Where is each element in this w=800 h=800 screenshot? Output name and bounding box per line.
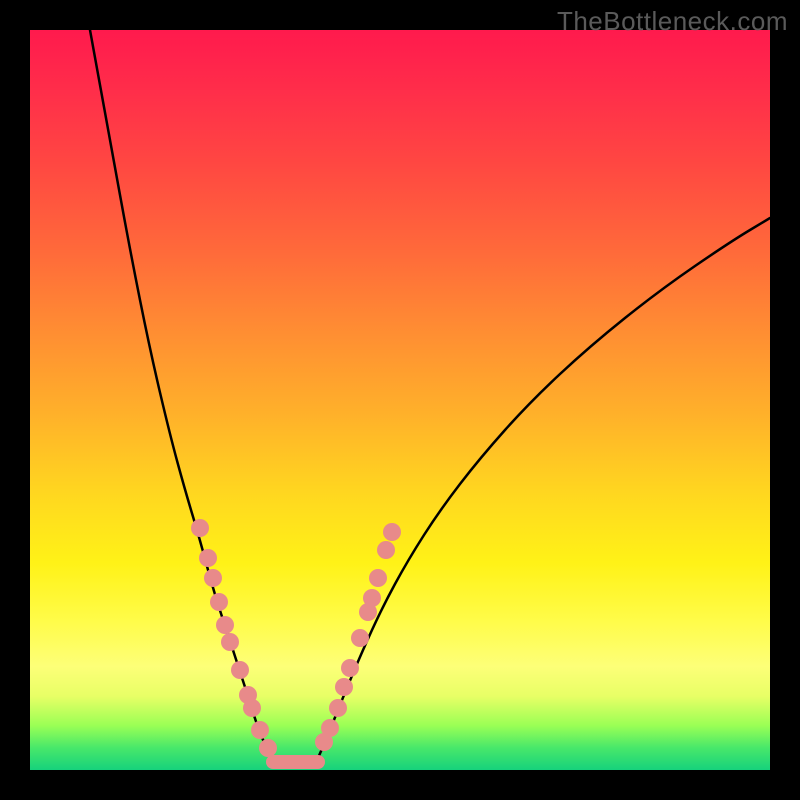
marker-dot (329, 699, 347, 717)
marker-dot (199, 549, 217, 567)
markers-left (191, 519, 277, 757)
curve-right-arm (318, 218, 770, 758)
marker-dot (204, 569, 222, 587)
marker-dot (251, 721, 269, 739)
marker-dot (351, 629, 369, 647)
marker-dot (210, 593, 228, 611)
chart-overlay (30, 30, 770, 770)
marker-dot (369, 569, 387, 587)
marker-dot (221, 633, 239, 651)
marker-dot (341, 659, 359, 677)
marker-dot (363, 589, 381, 607)
chart-frame: TheBottleneck.com (0, 0, 800, 800)
marker-dot (377, 541, 395, 559)
marker-dot (191, 519, 209, 537)
marker-dot (243, 699, 261, 717)
marker-dot (259, 739, 277, 757)
marker-dot (216, 616, 234, 634)
marker-dot (335, 678, 353, 696)
marker-dot (383, 523, 401, 541)
marker-dot (321, 719, 339, 737)
curve-left-arm (90, 30, 273, 758)
plot-area (30, 30, 770, 770)
watermark-text: TheBottleneck.com (557, 6, 788, 37)
markers-right (315, 523, 401, 751)
marker-dot (231, 661, 249, 679)
